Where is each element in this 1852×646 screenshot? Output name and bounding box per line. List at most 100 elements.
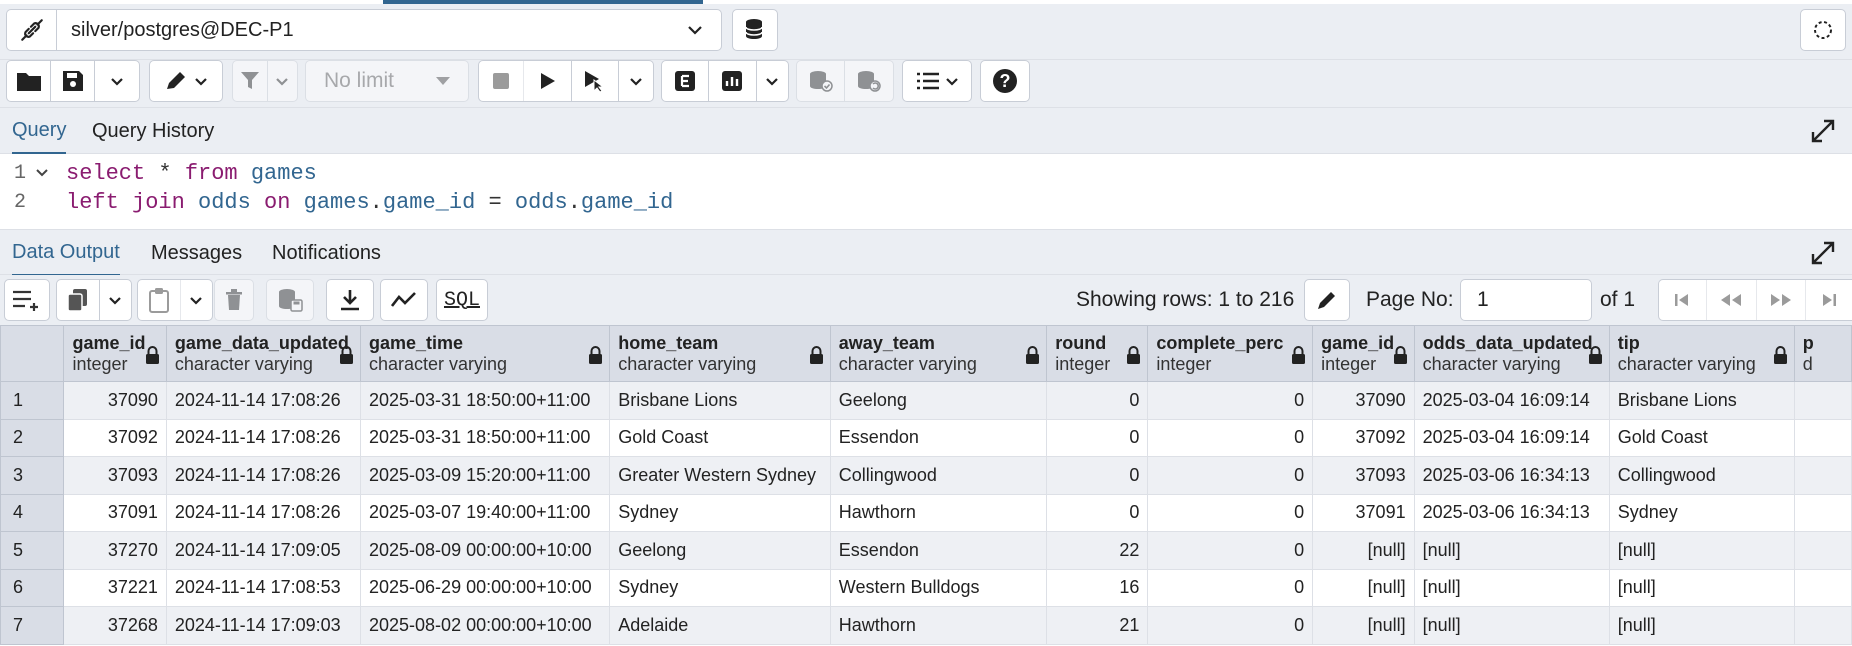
table-cell[interactable] [1793, 606, 1852, 645]
table-cell[interactable]: 0 [1046, 493, 1149, 532]
table-cell[interactable]: [null] [1312, 531, 1415, 570]
table-cell[interactable]: 2025-03-04 16:09:14 [1413, 418, 1610, 457]
column-header[interactable]: game_id integer [63, 325, 167, 382]
commit-button[interactable] [797, 61, 846, 101]
expand-icon[interactable] [1810, 240, 1836, 266]
column-header[interactable]: round integer [1046, 325, 1149, 382]
table-cell[interactable]: Essendon [829, 531, 1048, 570]
table-cell[interactable]: 22 [1046, 531, 1149, 570]
table-cell[interactable]: 37091 [1312, 493, 1415, 532]
row-number[interactable]: 4 [0, 493, 65, 532]
sql-editor[interactable]: 1 select * from games 2 left join odds o… [0, 155, 1852, 227]
table-cell[interactable]: Greater Western Sydney [609, 456, 831, 495]
edit-button[interactable] [149, 60, 223, 102]
table-cell[interactable]: Geelong [829, 381, 1048, 420]
open-file-button[interactable] [7, 61, 51, 101]
table-cell[interactable] [1793, 568, 1852, 607]
table-cell[interactable]: Sydney [609, 493, 831, 532]
tab-notifications[interactable]: Notifications [272, 230, 381, 276]
table-cell[interactable]: 37090 [63, 381, 167, 420]
table-cell[interactable]: 0 [1147, 493, 1314, 532]
table-cell[interactable]: 37221 [63, 568, 167, 607]
table-row[interactable]: 7 37268 2024-11-14 17:09:03 2025-08-02 00:0… [0, 606, 1852, 645]
table-cell[interactable]: Collingwood [1608, 456, 1795, 495]
macros-button[interactable] [902, 60, 972, 102]
table-cell[interactable] [1793, 531, 1852, 570]
save-options-dropdown[interactable] [95, 61, 139, 101]
column-header[interactable]: complete_perc integer [1147, 325, 1314, 382]
table-cell[interactable]: 37091 [63, 493, 167, 532]
grid-corner[interactable] [0, 325, 65, 382]
table-cell[interactable]: 0 [1147, 381, 1314, 420]
save-file-button[interactable] [51, 61, 95, 101]
table-cell[interactable]: 2024-11-14 17:08:26 [165, 418, 362, 457]
table-cell[interactable]: 0 [1046, 418, 1149, 457]
table-cell[interactable]: 0 [1147, 418, 1314, 457]
table-cell[interactable]: [null] [1608, 606, 1795, 645]
table-cell[interactable]: Western Bulldogs [829, 568, 1048, 607]
table-row[interactable]: 6 37221 2024-11-14 17:08:53 2025-06-29 00:0… [0, 568, 1852, 607]
table-cell[interactable]: 16 [1046, 568, 1149, 607]
previous-page-button[interactable] [1707, 280, 1757, 320]
table-cell[interactable]: 2024-11-14 17:09:05 [165, 531, 362, 570]
table-row[interactable]: 2 37092 2024-11-14 17:08:26 2025-03-31 18:5… [0, 418, 1852, 457]
table-cell[interactable]: [null] [1608, 568, 1795, 607]
table-row[interactable]: 3 37093 2024-11-14 17:08:26 2025-03-09 15:2… [0, 456, 1852, 495]
table-cell[interactable]: 37270 [63, 531, 167, 570]
table-cell[interactable]: 0 [1046, 456, 1149, 495]
row-number[interactable]: 5 [0, 531, 65, 570]
table-cell[interactable]: 2025-03-07 19:40:00+11:00 [359, 493, 611, 532]
column-header[interactable]: game_time character varying [359, 325, 611, 382]
table-cell[interactable]: Geelong [609, 531, 831, 570]
table-cell[interactable]: 37268 [63, 606, 167, 645]
stop-button[interactable] [479, 61, 525, 101]
column-header[interactable]: away_team character varying [829, 325, 1048, 382]
table-cell[interactable]: Hawthorn [829, 493, 1048, 532]
download-button[interactable] [326, 279, 374, 321]
execute-button[interactable] [524, 61, 572, 101]
row-number[interactable]: 2 [0, 418, 65, 457]
table-cell[interactable]: 2025-08-02 00:00:00+10:00 [359, 606, 611, 645]
table-cell[interactable]: [null] [1608, 531, 1795, 570]
copy-button[interactable] [57, 280, 100, 320]
paste-options-dropdown[interactable] [181, 280, 212, 320]
table-cell[interactable]: 0 [1147, 606, 1314, 645]
column-header[interactable]: tip character varying [1608, 325, 1795, 382]
table-cell[interactable]: 2025-06-29 00:00:00+10:00 [359, 568, 611, 607]
rows-limit-select[interactable]: No limit [305, 60, 469, 102]
column-header[interactable]: pd [1793, 325, 1852, 382]
new-connection-button[interactable] [732, 9, 778, 51]
table-cell[interactable] [1793, 418, 1852, 457]
table-cell[interactable]: Collingwood [829, 456, 1048, 495]
table-cell[interactable]: 21 [1046, 606, 1149, 645]
paste-button[interactable] [138, 280, 181, 320]
table-cell[interactable]: [null] [1413, 606, 1610, 645]
graph-visualiser-button[interactable] [380, 279, 428, 321]
execute-options-dropdown[interactable] [619, 61, 653, 101]
table-cell[interactable]: [null] [1413, 568, 1610, 607]
expand-icon[interactable] [1810, 118, 1836, 144]
sql-button[interactable]: SQL [436, 279, 488, 321]
table-cell[interactable] [1793, 456, 1852, 495]
table-cell[interactable]: Essendon [829, 418, 1048, 457]
table-cell[interactable]: Brisbane Lions [609, 381, 831, 420]
column-header[interactable]: home_team character varying [609, 325, 831, 382]
table-cell[interactable]: Sydney [609, 568, 831, 607]
table-cell[interactable]: 37092 [63, 418, 167, 457]
help-button[interactable]: ? [980, 60, 1030, 102]
tab-messages[interactable]: Messages [151, 230, 242, 276]
table-cell[interactable]: 2024-11-14 17:08:53 [165, 568, 362, 607]
table-cell[interactable]: 37093 [1312, 456, 1415, 495]
reset-layout-button[interactable] [1800, 9, 1846, 51]
tab-data-output[interactable]: Data Output [12, 230, 120, 276]
table-cell[interactable]: 2025-03-04 16:09:14 [1413, 381, 1610, 420]
fold-chevron-icon[interactable] [36, 167, 48, 179]
table-cell[interactable]: 2024-11-14 17:09:03 [165, 606, 362, 645]
tab-query-history[interactable]: Query History [92, 108, 214, 154]
table-cell[interactable]: 2025-03-31 18:50:00+11:00 [359, 381, 611, 420]
table-cell[interactable]: 2024-11-14 17:08:26 [165, 456, 362, 495]
table-cell[interactable]: [null] [1312, 606, 1415, 645]
explain-analyze-button[interactable] [709, 61, 757, 101]
table-cell[interactable]: 2025-08-09 00:00:00+10:00 [359, 531, 611, 570]
table-cell[interactable] [1793, 493, 1852, 532]
